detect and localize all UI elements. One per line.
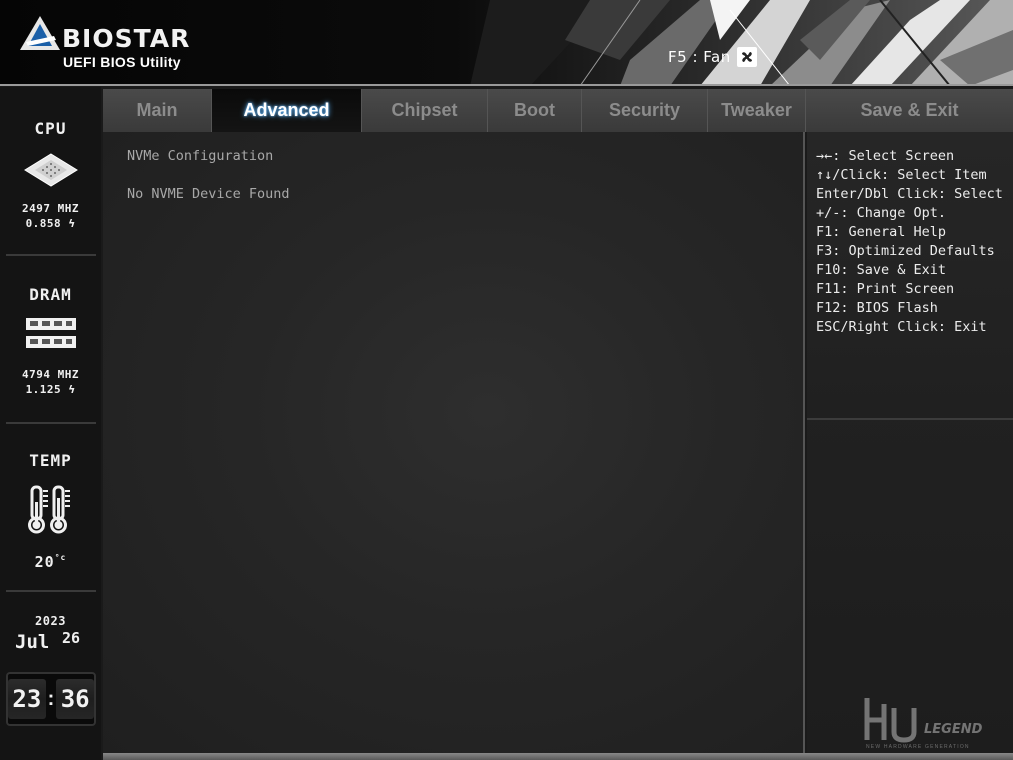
brand-name: BIOSTAR [62, 24, 191, 53]
clock-colon: : [47, 687, 55, 710]
header-divider [0, 84, 1013, 86]
bottom-border [103, 753, 1013, 760]
sidebar-divider [6, 422, 96, 424]
date-row: Jul 26 [0, 629, 101, 653]
tab-security[interactable]: Security [582, 89, 708, 132]
sidebar-divider [6, 590, 96, 592]
help-line: →←: Select Screen [816, 148, 955, 164]
header: BIOSTAR UEFI BIOS Utility F5 : Fan [0, 0, 1013, 86]
date-section: 2023 Jul 26 [0, 614, 101, 653]
watermark-logo-icon [864, 698, 917, 743]
voltage-bolt-icon: ϟ [68, 383, 76, 396]
cpu-frequency: 2497 MHZ [22, 202, 79, 215]
help-line: ↑↓/Click: Select Item [816, 167, 987, 183]
hardware-monitor-sidebar: CPU 2497 MHZ 0.858 ϟ DRAM 4794 MHZ 1.125… [0, 87, 101, 760]
tab-chipset[interactable]: Chipset [362, 89, 488, 132]
temp-value: 20 [34, 553, 55, 571]
key-help-box: →←: Select Screen ↑↓/Click: Select Item … [807, 132, 1013, 418]
tab-advanced[interactable]: Advanced [212, 89, 362, 132]
fan-icon[interactable] [736, 47, 757, 67]
fan-shortcut-label: F5 : Fan [668, 48, 731, 66]
tab-label: Boot [514, 100, 555, 120]
help-line: F11: Print Screen [816, 281, 955, 297]
biostar-logo-icon [20, 16, 60, 50]
tab-tweaker[interactable]: Tweaker [708, 89, 806, 132]
tab-label: Main [136, 100, 178, 120]
thermometer-icon [27, 485, 70, 534]
temp-section: TEMP 20°c [0, 451, 101, 571]
voltage-bolt-icon: ϟ [68, 217, 76, 230]
cpu-voltage: 0.858 [25, 217, 62, 230]
fan-control-shortcut[interactable]: F5 : Fan [668, 46, 757, 68]
biostar-logo: BIOSTAR UEFI BIOS Utility [20, 14, 210, 74]
help-line: +/-: Change Opt. [816, 205, 947, 221]
cpu-title: CPU [34, 119, 67, 138]
date-month: Jul [15, 631, 50, 653]
cpu-voltage-row: 0.858 ϟ [0, 216, 101, 231]
help-pane: →←: Select Screen ↑↓/Click: Select Item … [807, 132, 1013, 753]
tab-label: Save & Exit [860, 100, 959, 120]
temp-readout: 20°c [0, 553, 101, 571]
tab-label: Advanced [243, 100, 330, 120]
watermark-tagline: NEW HARDWARE GENERATION [866, 744, 970, 750]
dram-voltage: 1.125 [25, 383, 62, 396]
dram-frequency: 4794 MHZ [22, 368, 79, 381]
nvme-configuration-heading: NVMe Configuration [127, 148, 274, 164]
help-line: F10: Save & Exit [816, 262, 947, 278]
date-year: 2023 [35, 614, 66, 628]
tab-label: Security [608, 100, 681, 120]
watermark-brand: LEGEND [924, 722, 983, 737]
tab-main[interactable]: Main [103, 89, 212, 132]
help-divider [807, 418, 1013, 420]
clock: 23 : 36 [6, 672, 96, 726]
temp-unit: °c [54, 553, 67, 562]
temp-title: TEMP [29, 451, 72, 470]
clock-hours: 23 [8, 679, 46, 719]
bios-subtitle: UEFI BIOS Utility [63, 54, 181, 70]
settings-pane: NVMe Configuration No NVME Device Found [103, 132, 805, 753]
help-line: Enter/Dbl Click: Select [816, 186, 1003, 202]
help-line: ESC/Right Click: Exit [816, 319, 987, 335]
tab-label: Tweaker [721, 100, 792, 120]
tab-label: Chipset [391, 100, 458, 120]
clock-minutes: 36 [56, 679, 94, 719]
help-line: F1: General Help [816, 224, 947, 240]
sidebar-divider [6, 254, 96, 256]
legend-watermark: LEGEND NEW HARDWARE GENERATION [862, 692, 1012, 754]
dram-section: DRAM 4794 MHZ 1.125 ϟ [0, 285, 101, 397]
dram-title: DRAM [29, 285, 72, 304]
menu-tabs: Main Advanced Chipset Boot Security Twea… [103, 89, 1013, 132]
header-shard-graphic [470, 0, 1013, 86]
date-day: 26 [62, 629, 81, 647]
cpu-chip-icon [23, 153, 78, 187]
help-line: F3: Optimized Defaults [816, 243, 995, 259]
help-line: F12: BIOS Flash [816, 300, 938, 316]
dram-voltage-row: 1.125 ϟ [0, 382, 101, 397]
dram-module-icon [25, 318, 76, 348]
cpu-section: CPU 2497 MHZ 0.858 ϟ [0, 119, 101, 231]
tab-boot[interactable]: Boot [488, 89, 582, 132]
tab-save-exit[interactable]: Save & Exit [806, 89, 1013, 132]
no-nvme-device-message: No NVME Device Found [127, 186, 290, 202]
